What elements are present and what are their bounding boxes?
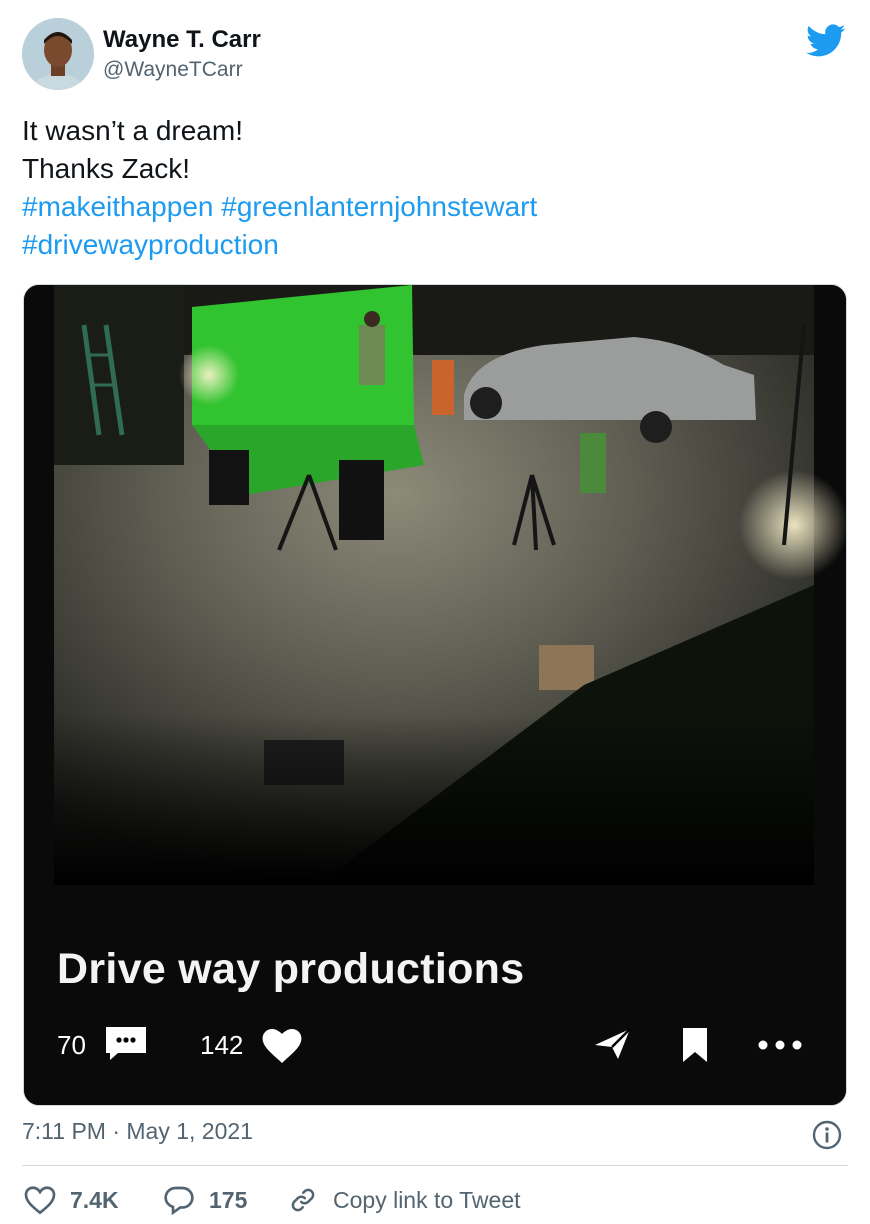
author-handle[interactable]: @WayneTCarr bbox=[103, 58, 243, 82]
hashtag-greenlanternjohnstewart[interactable]: #greenlanternjohnstewart bbox=[221, 191, 537, 222]
tweet-timestamp[interactable]: 7:11 PM · May 1, 2021 bbox=[22, 1118, 253, 1145]
author-name[interactable]: Wayne T. Carr bbox=[103, 26, 261, 54]
info-icon[interactable] bbox=[812, 1120, 842, 1150]
hashtag-makeithappen[interactable]: #makeithappen bbox=[22, 191, 213, 222]
avatar[interactable] bbox=[22, 18, 94, 90]
media-like-count: 142 bbox=[200, 1030, 244, 1060]
tweet-line-1: It wasn’t a dream! bbox=[22, 115, 243, 146]
more-dots-icon[interactable] bbox=[757, 1039, 803, 1051]
reply-count: 175 bbox=[209, 1186, 248, 1213]
bookmark-icon[interactable] bbox=[682, 1027, 708, 1063]
hashtag-drivewayproduction[interactable]: #drivewayproduction bbox=[22, 229, 279, 260]
reply-bubble-icon bbox=[164, 1186, 194, 1215]
copy-link-action[interactable]: Copy link to Tweet bbox=[287, 1183, 521, 1217]
like-action[interactable]: 7.4K bbox=[24, 1183, 119, 1217]
tweet-line-2: Thanks Zack! bbox=[22, 153, 191, 184]
media-video[interactable]: Drive way productions 70 142 bbox=[23, 284, 847, 1106]
tweet-text: It wasn’t a dream! Thanks Zack! #makeith… bbox=[22, 112, 852, 264]
link-icon bbox=[291, 1188, 315, 1212]
tweet-card: Wayne T. Carr @WayneTCarr It wasn’t a dr… bbox=[0, 0, 870, 1224]
paper-plane-icon[interactable] bbox=[594, 1027, 632, 1061]
twitter-bird-icon[interactable] bbox=[806, 24, 846, 58]
copy-link-label: Copy link to Tweet bbox=[333, 1186, 521, 1213]
reply-action[interactable]: 175 bbox=[163, 1183, 247, 1217]
heart-icon[interactable] bbox=[262, 1029, 302, 1063]
comment-bubble-icon[interactable] bbox=[104, 1025, 148, 1061]
media-caption: Drive way productions bbox=[57, 945, 525, 993]
like-count: 7.4K bbox=[70, 1186, 119, 1213]
footer-divider bbox=[22, 1165, 848, 1166]
heart-outline-icon bbox=[24, 1186, 56, 1215]
media-comment-count: 70 bbox=[57, 1030, 86, 1060]
